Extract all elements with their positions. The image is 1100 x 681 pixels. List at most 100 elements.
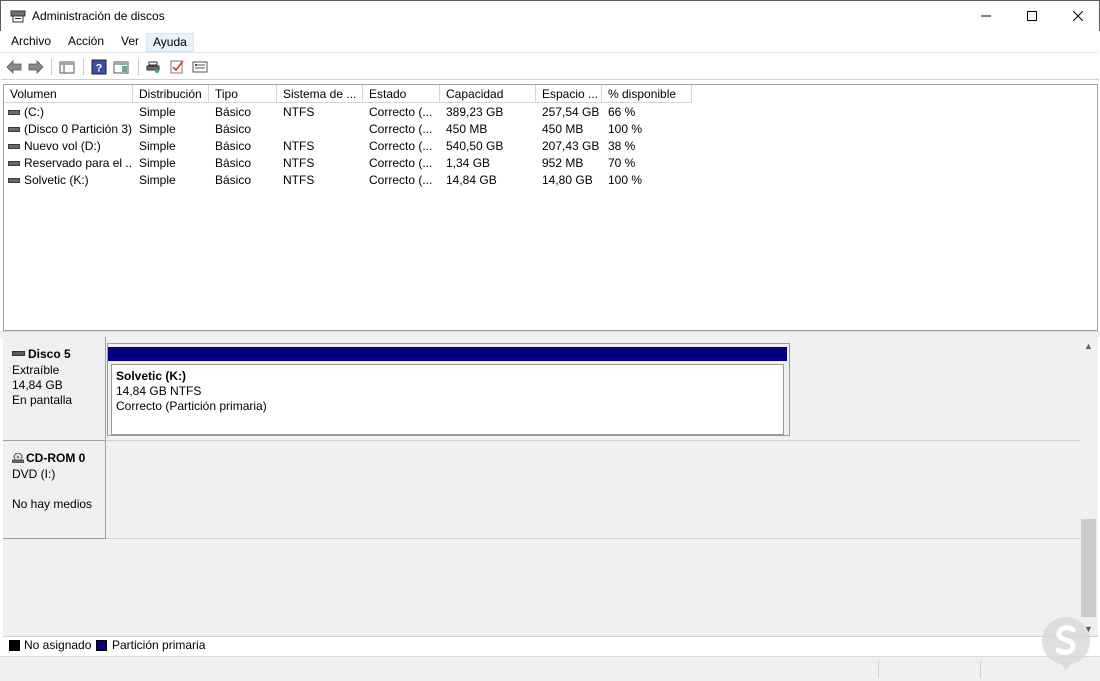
legend-swatch-unallocated [9,640,20,651]
close-button[interactable] [1055,1,1100,31]
view-button[interactable] [191,58,209,75]
volume-icon [8,144,20,149]
cell-disponible: 100 % [608,122,643,136]
properties-icon [113,61,129,73]
volume-icon [8,127,20,132]
cell-volumen: Solvetic (K:) [24,173,89,187]
disk-icon [12,351,25,356]
menu-ver[interactable]: Ver [115,33,145,52]
cell-volumen: (Disco 0 Partición 3) [24,122,132,136]
legend: No asignado Partición primaria [3,636,1098,654]
properties-button[interactable] [112,58,130,75]
cell-espacio: 450 MB [542,122,584,136]
cell-disponible: 70 % [608,156,636,170]
table-row[interactable]: Solvetic (K:) Simple Básico NTFS Correct… [4,172,704,189]
partition-status: Correcto (Partición primaria) [116,399,267,413]
cell-capacidad: 1,34 GB [446,156,491,170]
help-button[interactable]: ? [90,58,108,75]
column-header-sistema[interactable]: Sistema de ... [277,85,363,103]
cell-volumen: (C:) [24,105,44,119]
column-header-distribucion[interactable]: Distribución [133,85,209,103]
table-row[interactable]: (Disco 0 Partición 3) Simple Básico Corr… [4,121,704,138]
cell-estado: Correcto (... [369,173,433,187]
column-header-espacio[interactable]: Espacio ... [536,85,602,103]
cell-tipo: Básico [215,122,252,136]
close-icon [1073,11,1083,21]
disk-row [3,441,1080,539]
table-row[interactable]: Nuevo vol (D:) Simple Básico NTFS Correc… [4,138,704,155]
cell-volumen: Nuevo vol (D:) [24,139,101,153]
help-icon: ? [91,59,107,74]
cell-disponible: 66 % [608,105,636,119]
cdrom-name: CD-ROM 0 [26,451,86,465]
disk-label[interactable]: Disco 5 Extraíble 14,84 GB En pantalla [3,337,106,441]
cell-distribucion: Simple [139,173,176,187]
legend-label-primary: Partición primaria [112,638,206,652]
partition-block[interactable]: Solvetic (K:) 14,84 GB NTFS Correcto (Pa… [107,343,790,436]
window-title: Administración de discos [32,9,165,23]
back-button[interactable] [5,58,23,75]
cell-volumen: Reservado para el ... [24,156,132,170]
back-icon [6,59,22,74]
view-icon [192,61,208,72]
status-bar [0,656,1100,681]
volume-list: Volumen Distribución Tipo Sistema de ...… [3,84,1098,331]
cell-estado: Correcto (... [369,122,433,136]
solvetic-logo-icon [1042,617,1090,670]
rescan-disks-icon [146,61,160,73]
disk-management-icon [10,10,26,23]
volume-icon [8,178,20,183]
menu-accion[interactable]: Acción [62,33,110,52]
forward-button[interactable] [27,58,45,75]
maximize-button[interactable] [1009,1,1055,31]
table-row[interactable]: (C:) Simple Básico NTFS Correcto (... 38… [4,104,704,121]
cdrom-label[interactable]: CD-ROM 0 DVD (I:) No hay medios [3,441,106,539]
cdrom-type: DVD (I:) [12,467,56,481]
maximize-icon [1027,11,1037,21]
cell-espacio: 952 MB [542,156,584,170]
cell-disponible: 100 % [608,173,643,187]
cell-distribucion: Simple [139,139,176,153]
cell-tipo: Básico [215,156,252,170]
column-header-volumen[interactable]: Volumen [4,85,133,103]
legend-label-unallocated: No asignado [24,638,92,652]
cell-espacio: 14,80 GB [542,173,593,187]
menu-ayuda[interactable]: Ayuda [146,33,194,52]
column-header-disponible[interactable]: % disponible [602,85,692,103]
cell-tipo: Básico [215,105,252,119]
cell-distribucion: Simple [139,156,176,170]
cdrom-icon [12,453,24,463]
cdrom-status: No hay medios [12,497,93,511]
check-button[interactable] [168,58,186,75]
column-header-capacidad[interactable]: Capacidad [440,85,536,103]
vertical-scrollbar[interactable]: ▲ ▼ [1080,337,1097,637]
scroll-up-arrow-icon[interactable]: ▲ [1080,337,1097,354]
checkmark-icon [170,60,184,73]
cell-capacidad: 450 MB [446,122,488,136]
partition-size: 14,84 GB NTFS [116,384,202,398]
cell-espacio: 257,54 GB [542,105,600,119]
cell-capacidad: 540,50 GB [446,139,504,153]
legend-swatch-primary [96,640,107,651]
menu-bar: Archivo Acción Ver Ayuda [1,31,1099,53]
svg-text:?: ? [96,62,103,74]
volume-icon [8,161,20,166]
table-row[interactable]: Reservado para el ... Simple Básico NTFS… [4,155,704,172]
cell-tipo: Básico [215,173,252,187]
cell-distribucion: Simple [139,122,176,136]
partition-details[interactable]: Solvetic (K:) 14,84 GB NTFS Correcto (Pa… [111,364,784,435]
cell-disponible: 38 % [608,139,636,153]
scroll-thumb[interactable] [1081,519,1096,617]
menu-archivo[interactable]: Archivo [5,33,57,52]
forward-icon [28,59,44,74]
rescan-disks-button[interactable] [144,58,162,75]
disk-type: Extraíble [12,363,60,377]
column-header-tipo[interactable]: Tipo [209,85,277,103]
cell-sistema: NTFS [283,139,315,153]
minimize-button[interactable] [963,1,1009,31]
column-header-estado[interactable]: Estado [363,85,440,103]
console-tree-button[interactable] [58,58,76,75]
disk-name: Disco 5 [28,347,71,361]
cell-estado: Correcto (... [369,156,433,170]
title-bar: Administración de discos [0,0,1100,31]
